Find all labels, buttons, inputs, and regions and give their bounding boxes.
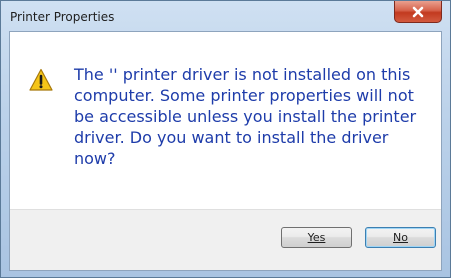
button-bar: Yes No bbox=[10, 209, 441, 270]
dialog-client-area: The '' printer driver is not installed o… bbox=[9, 31, 442, 271]
dialog-window: Printer Properties The '' printer driver… bbox=[0, 0, 451, 278]
no-button[interactable]: No bbox=[365, 227, 436, 248]
dialog-message: The '' printer driver is not installed o… bbox=[74, 65, 417, 168]
close-button[interactable] bbox=[394, 1, 442, 23]
yes-button-label: Yes bbox=[307, 231, 326, 244]
warning-icon bbox=[29, 68, 53, 91]
window-title: Printer Properties bbox=[10, 10, 115, 24]
close-icon bbox=[412, 6, 424, 17]
yes-button[interactable]: Yes bbox=[281, 227, 352, 248]
no-button-label: No bbox=[393, 231, 408, 244]
